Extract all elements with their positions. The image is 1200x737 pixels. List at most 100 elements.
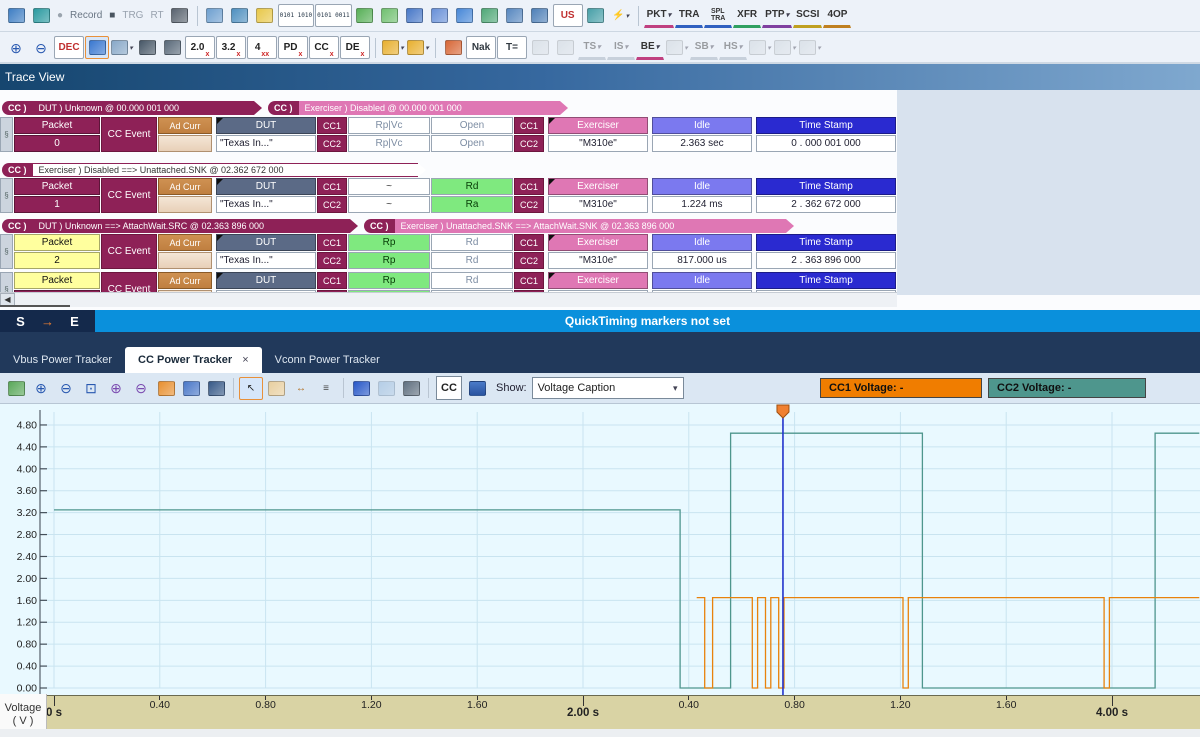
pd-filter-button[interactable]: PDx [278,36,308,59]
dut-group[interactable]: DUT "Texas In..." [216,117,316,152]
chart-canvas[interactable]: 0.000.400.801.201.602.002.402.803.203.60… [0,404,1200,695]
packet-cell[interactable]: Packet 0 [14,117,100,152]
capture-window-icon[interactable] [203,4,227,27]
probe-icon[interactable] [29,4,53,27]
cc-event-cell[interactable]: CC Event [101,117,157,152]
packet-row-1[interactable]: § Packet 1 CC Event Ad Curr DUT "Texas I… [0,178,896,214]
timestamp-group[interactable]: Time Stamp 0 . 000 001 000 [756,117,896,152]
scrollbar-thumb[interactable] [0,305,70,307]
de-filter-button[interactable]: DEx [340,36,370,59]
tab-cc-power-tracker[interactable]: CC Power Tracker × [125,347,262,373]
tra-button[interactable]: TRA [675,3,703,28]
state-header-dut[interactable]: CC ) DUT ) Unknown ==> AttachWait.SRC @ … [2,219,358,233]
marker-right-icon[interactable] [374,377,398,400]
pointer-button[interactable]: ↖ [239,377,263,400]
pan-hand-icon[interactable] [264,377,288,400]
row-handle[interactable]: § [0,178,13,213]
ts-button[interactable]: TS▾ [578,35,606,60]
nak-button[interactable]: Nak [466,36,496,59]
export-chart-icon[interactable] [4,377,28,400]
zoom-fit-icon[interactable] [154,377,178,400]
filter-a-button[interactable]: ▾ [381,36,405,59]
packet-cell[interactable]: Packet 1 [14,178,100,213]
state-header-exerciser[interactable]: CC ) Exerciser ) Disabled @ 00.000 001 0… [268,101,568,115]
dut-group[interactable]: DUT [216,272,316,292]
tool-gray1-icon[interactable] [528,36,552,59]
zoom-out-chart-icon[interactable]: ⊖ [54,377,78,400]
exerciser-group[interactable]: Exerciser "M310e" [548,117,648,152]
idle-group[interactable]: Idle 1.224 ms [652,178,752,213]
zoom-in-chart-icon[interactable]: ⊕ [29,377,53,400]
find-icon[interactable] [135,36,159,59]
scsi-button[interactable]: SCSI [793,3,822,28]
find-next-icon[interactable] [160,36,184,59]
cc-filter-button[interactable]: CCx [309,36,339,59]
timestamp-group[interactable]: Time Stamp [756,272,896,292]
spl-tra-button[interactable]: SPLTRA [704,3,732,28]
row-handle[interactable]: § [0,272,13,292]
cc-event-cell[interactable]: CC Event [101,272,157,292]
xfr-button[interactable]: XFR [733,3,761,28]
usb4-filter-button[interactable]: 4xx [247,36,277,59]
monitor-icon[interactable] [204,377,228,400]
export-trace-icon[interactable] [353,4,377,27]
idle-group[interactable]: Idle [652,272,752,292]
cc-event-cell[interactable]: CC Event [101,234,157,269]
trg-button[interactable]: TRG [119,4,146,27]
packet-row-3[interactable]: § Packet CC Event CC Event Ad Curr DUT C… [0,272,896,292]
time-delta-button[interactable]: T= [497,36,527,59]
hop-button[interactable]: 4OP [823,3,851,28]
chart-time-axis[interactable]: 0 s0.400.801.201.602.00 s0.400.801.201.6… [0,695,1200,730]
snapshot-icon[interactable] [179,377,203,400]
be-button[interactable]: BE▾ [636,35,664,60]
flowchart-icon[interactable] [228,4,252,27]
row-handle[interactable]: § [0,117,13,152]
packet-row-0[interactable]: § Packet 0 CC Event Ad Curr DUT "Texas I… [0,117,896,153]
grid-icon[interactable] [503,4,527,27]
state-header-exerciser[interactable]: CC ) Exerciser ) Unattached.SNK ==> Atta… [364,219,794,233]
ptp-button[interactable]: PTP▾ [762,3,792,28]
lightning-button[interactable]: ⚡▾ [609,4,633,27]
ad-curr-cell[interactable]: Ad Curr [158,234,212,269]
hs-button[interactable]: HS▾ [719,35,747,60]
tab-vconn-power-tracker[interactable]: Vconn Power Tracker [262,347,393,373]
idle-group[interactable]: Idle 817.000 us [652,234,752,269]
waveform-icon[interactable] [465,377,489,400]
packet-row-2[interactable]: § Packet 2 CC Event Ad Curr DUT "Texas I… [0,234,896,270]
quicktiming-se-indicator[interactable]: S → E [0,310,95,332]
tool-gray2-icon[interactable] [553,36,577,59]
tab-vbus-power-tracker[interactable]: Vbus Power Tracker [0,347,125,373]
ad-curr-cell[interactable]: Ad Curr [158,117,212,152]
exerciser-group[interactable]: Exerciser "M310e" [548,234,648,269]
cc-event-cell[interactable]: CC Event [101,178,157,213]
chip-icon[interactable] [478,4,502,27]
zoom-y-icon[interactable]: ⊖ [129,377,153,400]
zoom-window-icon[interactable]: ⊡ [79,377,103,400]
usb2-filter-button[interactable]: 2.0x [185,36,215,59]
import-trace-icon[interactable] [378,4,402,27]
is-button[interactable]: IS▾ [607,35,635,60]
display-icon[interactable] [528,4,552,27]
zoom-out-icon[interactable]: ⊖ [29,36,53,59]
tool-gray5-icon[interactable]: ▾ [773,36,797,59]
sb-button[interactable]: SB▾ [690,35,718,60]
timer-icon[interactable] [253,4,277,27]
bar-chart-icon[interactable] [403,4,427,27]
filter-exclude-icon[interactable] [441,36,465,59]
ad-curr-cell[interactable]: Ad Curr [158,272,212,292]
filter-b-button[interactable]: ▾ [406,36,430,59]
dut-group[interactable]: DUT "Texas In..." [216,178,316,213]
device-icon[interactable] [4,4,28,27]
show-dropdown[interactable]: Voltage Caption ▾ [532,377,684,399]
packet-cell[interactable]: Packet CC Event [14,272,100,292]
state-header-exerciser[interactable]: CC ) Exerciser ) Disabled ==> Unattached… [2,163,426,177]
pattern-icon[interactable] [168,4,192,27]
zoom-in-icon[interactable]: ⊕ [4,36,28,59]
tool-gray4-icon[interactable]: ▾ [748,36,772,59]
usb-speed-icon[interactable]: US [553,4,583,27]
row-handle[interactable]: § [0,234,13,269]
tool-gray3-icon[interactable]: ▾ [665,36,689,59]
trace-horizontal-scrollbar[interactable]: ◀ [0,292,897,307]
pkt-button[interactable]: PKT▾ [644,3,675,28]
rt-button[interactable]: RT [147,4,166,27]
